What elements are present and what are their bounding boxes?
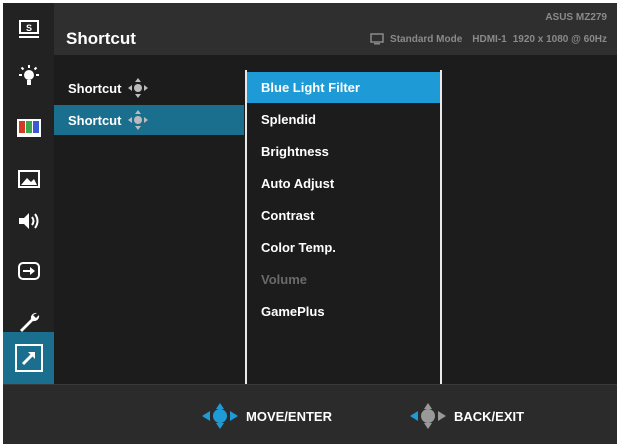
status-bar: Standard Mode HDMI-1 1920 x 1080 @ 60Hz: [370, 33, 607, 45]
sound-icon: [18, 213, 38, 229]
blue-light-filter-icon: [18, 65, 39, 85]
back-exit-label: BACK/EXIT: [454, 408, 525, 424]
shortcut-icon: [14, 344, 43, 372]
option-auto-adjust[interactable]: Auto Adjust: [247, 168, 440, 199]
option-brightness[interactable]: Brightness: [247, 136, 440, 167]
shortcut-item-label: Shortcut: [68, 112, 122, 128]
osd-menu: S Shortcut ASUS MZ279 Standard Mode HDMI…: [3, 3, 617, 444]
shortcut-item-label: Shortcut: [68, 80, 122, 96]
option-gameplus[interactable]: GamePlus: [247, 296, 440, 327]
color-icon: [16, 119, 41, 137]
sidebar-item-splendid[interactable]: S: [3, 3, 54, 55]
option-contrast[interactable]: Contrast: [247, 200, 440, 231]
five-way-key-icon: [202, 403, 238, 429]
splendid-icon: S: [18, 20, 39, 38]
header: Shortcut ASUS MZ279 Standard Mode HDMI-1…: [54, 3, 617, 55]
option-volume: Volume: [261, 272, 307, 287]
sidebar-item-input[interactable]: [3, 245, 54, 297]
monitor-icon: [370, 33, 384, 45]
sidebar-item-color[interactable]: [3, 102, 54, 154]
monitor-model: ASUS MZ279: [545, 12, 607, 23]
move-enter-label: MOVE/ENTER: [246, 408, 332, 424]
page-title: Shortcut: [66, 29, 136, 48]
footer: MOVE/ENTER BACK/EXIT: [3, 384, 617, 444]
image-icon: [17, 170, 40, 188]
input-label: HDMI-1: [472, 33, 507, 45]
mode-label: Standard Mode: [390, 33, 463, 45]
shortcut-item-1[interactable]: Shortcut: [54, 73, 244, 103]
option-splendid[interactable]: Splendid: [247, 104, 440, 135]
shortcut-item-2[interactable]: Shortcut: [54, 105, 244, 135]
shortcut-list: Shortcut Shortcut: [54, 55, 244, 384]
option-blue-light-filter[interactable]: Blue Light Filter: [247, 72, 440, 103]
shortcut-options: Blue Light Filter Splendid Brightness Au…: [245, 70, 442, 384]
sidebar: S: [3, 3, 54, 384]
svg-text:S: S: [25, 23, 31, 33]
back-exit-hint: BACK/EXIT: [408, 402, 524, 430]
option-color-temp[interactable]: Color Temp.: [247, 232, 440, 263]
back-key-icon: [410, 403, 446, 429]
submenu-panel: [442, 55, 617, 384]
sidebar-item-sound[interactable]: [3, 195, 54, 247]
resolution-label: 1920 x 1080 @ 60Hz: [512, 33, 607, 45]
system-setup-icon: [19, 312, 39, 332]
sidebar-item-shortcut[interactable]: [3, 332, 54, 384]
input-select-icon: [17, 262, 40, 280]
navigation-key-icon: [128, 110, 149, 130]
navigation-key-icon: [128, 78, 149, 98]
sidebar-item-blue-light[interactable]: [3, 50, 54, 102]
move-enter-hint: MOVE/ENTER: [200, 402, 332, 430]
